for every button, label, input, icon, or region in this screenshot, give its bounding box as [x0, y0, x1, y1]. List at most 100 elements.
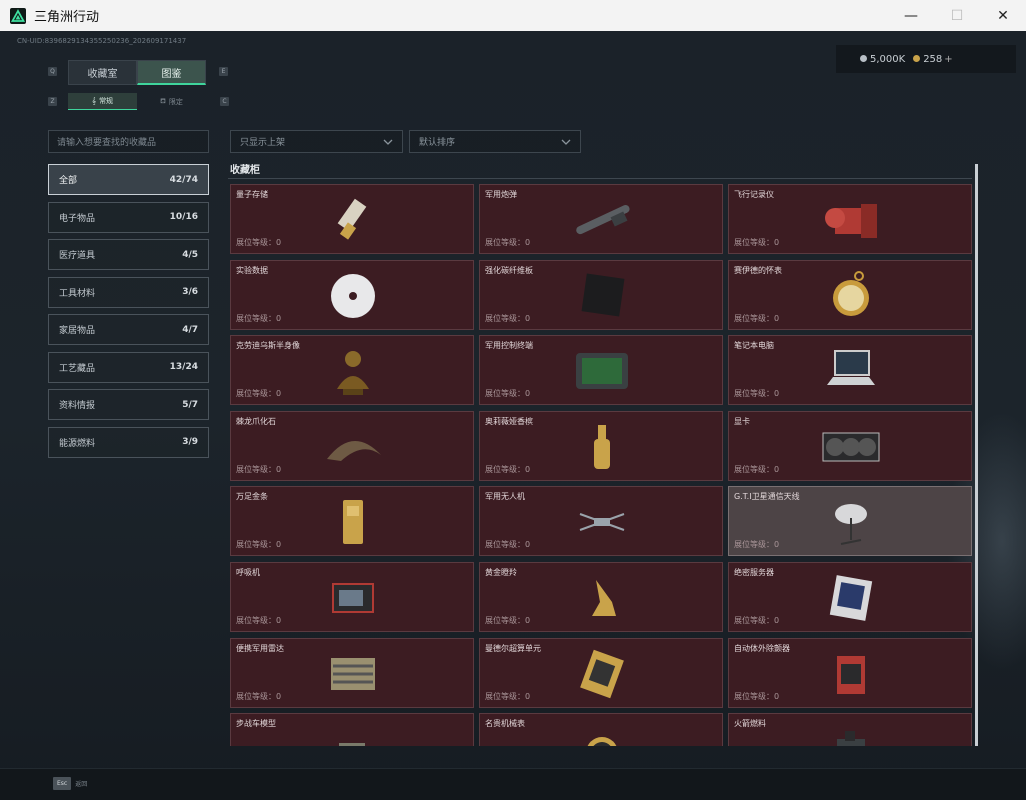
category-item[interactable]: 电子物品 10/16 [48, 201, 209, 233]
flight-recorder-icon [825, 204, 877, 238]
item-level: 展位等级：0 [485, 313, 531, 323]
champagne-icon [594, 424, 610, 469]
category-count: 4/7 [182, 324, 198, 335]
item-level: 展位等级：0 [485, 238, 531, 247]
collection-card[interactable]: 奥莉薇娅香槟 展位等级：0 [479, 410, 723, 481]
maximize-button[interactable]: ☐ [934, 0, 980, 31]
silver-coin-icon [860, 54, 867, 62]
category-count: 3/6 [182, 287, 198, 297]
item-name: 量子存储 [236, 190, 268, 199]
category-count: 42/74 [169, 174, 198, 185]
category-label: 电子物品 [59, 213, 96, 224]
shelf-filter-dropdown[interactable]: 只显示上架 [230, 130, 403, 153]
collection-card[interactable]: 实验数据 展位等级：0 [230, 259, 474, 330]
item-level: 展位等级：0 [734, 238, 780, 247]
item-name: 飞行记录仪 [734, 190, 774, 199]
currency-bar: 5,000K 258 + [836, 45, 1016, 73]
item-name: 军用炮弹 [485, 190, 517, 199]
main-tabs: 收藏室 图鉴 [68, 60, 206, 85]
collection-card[interactable]: 显卡 展位等级：0 [728, 410, 972, 481]
key-hint-z: Z [48, 97, 57, 106]
server-icon [829, 575, 873, 621]
back-button[interactable]: Esc 返回 [53, 777, 87, 790]
category-item[interactable]: 能源燃料 3/9 [48, 426, 209, 458]
window-titlebar: 三角洲行动 — ☐ ✕ [0, 0, 1026, 31]
claw-fossil-icon [327, 440, 381, 461]
category-item[interactable]: 工具材料 3/6 [48, 276, 209, 308]
category-label: 家居物品 [59, 326, 96, 336]
subtab-limited-label: 限定 [168, 97, 183, 106]
ventilator-icon [332, 583, 374, 613]
category-item[interactable]: 资料情报 5/7 [48, 389, 209, 420]
category-item[interactable]: 家居物品 4/7 [48, 314, 209, 345]
collection-card[interactable]: 量子存储展位等级：0 [230, 184, 474, 254]
item-level: 展位等级：0 [485, 389, 531, 399]
collection-card[interactable]: 飞行记录仪展位等级：0 [728, 184, 972, 254]
key-hint-q: Q [48, 67, 57, 76]
subtab-limited[interactable]: ⛾ 限定 [137, 93, 206, 110]
category-label: 工具材料 [59, 288, 96, 299]
minimize-button[interactable]: — [888, 0, 934, 31]
collection-card[interactable]: 万足金条 展位等级：0 [230, 486, 474, 557]
category-item[interactable]: 全部 42/74 [48, 164, 209, 195]
category-item[interactable]: 医疗道具 4/5 [48, 239, 209, 270]
collection-card[interactable]: 自动体外除颤器 展位等级：0 [728, 637, 972, 708]
esc-key-icon: Esc [53, 777, 72, 790]
collection-card[interactable]: 黄金瞪羚 展位等级：0 [479, 562, 723, 632]
collection-card[interactable]: 棘龙爪化石 展位等级：0 [230, 410, 474, 481]
item-level: 展位等级：0 [734, 313, 780, 323]
search-input[interactable]: 请输入想要查找的收藏品 [48, 130, 209, 153]
section-divider [228, 178, 972, 179]
item-name: 棘龙爪化石 [236, 416, 276, 426]
sort-value: 默认排序 [419, 138, 456, 148]
item-level: 展位等级：0 [734, 616, 780, 625]
category-count: 10/16 [169, 212, 198, 222]
tab-codex[interactable]: 图鉴 [137, 60, 206, 85]
collection-card[interactable]: 军用炮弹展位等级：0 [479, 184, 723, 254]
item-level: 展位等级：0 [236, 238, 282, 247]
regular-icon: 𝄞 [91, 96, 97, 105]
collection-card[interactable]: 便携军用雷达 展位等级：0 [230, 637, 474, 708]
category-item[interactable]: 工艺藏品 13/24 [48, 351, 209, 383]
drone-icon [579, 513, 625, 532]
sort-dropdown[interactable]: 默认排序 [409, 130, 581, 153]
disc-icon [331, 273, 375, 318]
rocket-fuel-icon [837, 731, 865, 746]
collection-card[interactable]: 军用无人机 展位等级：0 [479, 486, 723, 557]
subtab-regular[interactable]: 𝄞 常规 [68, 93, 137, 110]
radar-icon [331, 657, 375, 690]
tab-collection-room[interactable]: 收藏室 [68, 60, 137, 85]
collection-card[interactable]: G.T.I卫星通信天线 展位等级：0 [728, 486, 972, 557]
category-count: 5/7 [182, 399, 198, 410]
item-level: 展位等级：0 [236, 389, 282, 399]
item-name: 克劳迪乌斯半身像 [236, 341, 300, 351]
category-label: 医疗道具 [59, 251, 96, 261]
collection-card[interactable]: 克劳迪乌斯半身像 展位等级：0 [230, 335, 474, 406]
collection-card[interactable]: 赛伊德的怀表 展位等级：0 [728, 259, 972, 330]
window-title: 三角洲行动 [34, 10, 100, 25]
category-label: 能源燃料 [59, 438, 96, 449]
collection-card[interactable]: 曼德尔超算单元 展位等级：0 [479, 637, 723, 708]
add-currency-button[interactable]: + [944, 54, 952, 65]
collection-card[interactable]: 强化碳纤维板 展位等级：0 [479, 259, 723, 330]
collection-card[interactable]: 绝密服务器 展位等级：0 [728, 562, 972, 632]
collection-card[interactable]: 笔记本电脑 展位等级：0 [728, 335, 972, 406]
build-id-text: CN-UID:8396829134355250236_202609171437 [17, 37, 187, 45]
close-button[interactable]: ✕ [980, 0, 1026, 31]
category-list: 全部 42/74 电子物品 10/16 医疗道具 4/5 工具材料 3/6 家居物品 4/7 工艺藏… [48, 164, 209, 464]
collection-card[interactable]: 呼吸机 展位等级：0 [230, 562, 474, 632]
item-level: 展位等级：0 [236, 616, 282, 625]
collection-card[interactable]: 名贵机械表展位等级：0 [479, 713, 723, 746]
gold-bar-icon [343, 500, 363, 545]
item-level: 展位等级：0 [236, 540, 282, 550]
collection-card[interactable]: 火箭燃料展位等级：0 [728, 713, 972, 746]
category-label: 全部 [59, 176, 78, 186]
key-hint-c: C [220, 97, 229, 106]
item-name: 实验数据 [236, 265, 268, 275]
collection-card[interactable]: 军用控制终端 展位等级：0 [479, 335, 723, 406]
item-name: 便携军用雷达 [236, 643, 284, 653]
scrollbar-thumb[interactable] [975, 164, 978, 746]
item-name: 笔记本电脑 [734, 341, 774, 351]
item-name: 步战车模型 [236, 719, 276, 729]
collection-card[interactable]: 步战车模型展位等级：0 [230, 713, 474, 746]
